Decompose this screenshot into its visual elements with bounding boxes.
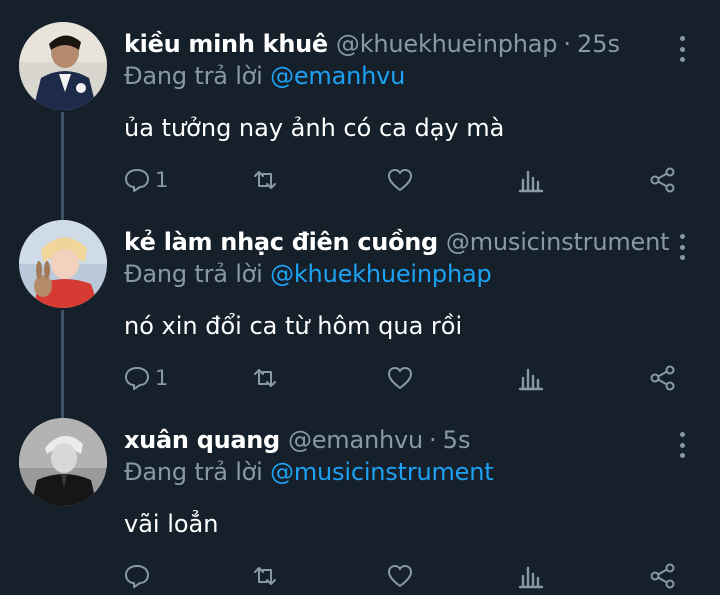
- avatar[interactable]: [19, 22, 107, 110]
- share-icon: [650, 167, 675, 193]
- analytics-icon: [518, 566, 544, 589]
- share-button[interactable]: [649, 361, 677, 395]
- action-bar: 1: [0, 163, 720, 197]
- analytics-button[interactable]: [517, 559, 545, 593]
- retweet-icon: [254, 567, 276, 585]
- retweet-button[interactable]: [251, 559, 279, 593]
- more-icon[interactable]: [676, 234, 688, 260]
- tweet[interactable]: kiều minh khuê @khuekhueinphap · 25s Đan…: [0, 22, 720, 202]
- tweet-text: ủa tưởng nay ảnh có ca dạy mà: [124, 114, 505, 142]
- like-icon: [388, 565, 412, 587]
- username[interactable]: @emanhvu: [288, 426, 423, 454]
- username[interactable]: @khuekhueinphap: [336, 30, 558, 58]
- like-button[interactable]: [386, 361, 414, 395]
- avatar[interactable]: [19, 220, 107, 308]
- like-button[interactable]: [386, 559, 414, 593]
- share-icon: [650, 365, 675, 391]
- replying-prefix: Đang trả lời: [124, 260, 263, 288]
- reply-count: 1: [155, 366, 169, 390]
- analytics-button[interactable]: [517, 163, 545, 197]
- tweet-header: kiều minh khuê @khuekhueinphap · 25s: [124, 30, 669, 60]
- reply-button[interactable]: 1: [123, 361, 168, 395]
- more-icon[interactable]: [676, 432, 688, 458]
- more-icon[interactable]: [676, 36, 688, 62]
- reply-count: 1: [155, 168, 169, 192]
- analytics-icon: [518, 170, 544, 193]
- action-bar: 1: [0, 361, 720, 395]
- replying-to: Đang trả lời @khuekhueinphap: [124, 260, 492, 288]
- retweet-button[interactable]: [251, 163, 279, 197]
- replying-prefix: Đang trả lời: [124, 62, 263, 90]
- analytics-icon: [518, 368, 544, 391]
- tweet[interactable]: xuân quang @emanhvu · 5s Đang trả lời @m…: [0, 418, 720, 595]
- retweet-button[interactable]: [251, 361, 279, 395]
- timestamp[interactable]: 25s: [577, 30, 620, 58]
- retweet-icon: [254, 369, 276, 387]
- action-bar: [0, 559, 720, 593]
- tweet-header: xuân quang @emanhvu · 5s: [124, 426, 669, 456]
- mention-link[interactable]: @emanhvu: [270, 62, 405, 90]
- reply-icon: [125, 169, 149, 192]
- retweet-icon: [254, 171, 276, 189]
- tweet-header: kẻ làm nhạc điên cuồng @musicinstrument …: [124, 228, 669, 258]
- reply-button[interactable]: [123, 559, 155, 593]
- tweet[interactable]: kẻ làm nhạc điên cuồng @musicinstrument …: [0, 220, 720, 400]
- share-button[interactable]: [649, 163, 677, 197]
- mention-link[interactable]: @khuekhueinphap: [270, 260, 492, 288]
- analytics-button[interactable]: [517, 361, 545, 395]
- like-icon: [388, 169, 412, 191]
- like-button[interactable]: [386, 163, 414, 197]
- mention-link[interactable]: @musicinstrument: [270, 458, 494, 486]
- tweet-text: vãi loẳn: [124, 510, 219, 538]
- separator: ·: [429, 426, 437, 454]
- replying-prefix: Đang trả lời: [124, 458, 263, 486]
- timestamp[interactable]: 5s: [443, 426, 471, 454]
- display-name[interactable]: kiều minh khuê: [124, 30, 328, 58]
- display-name[interactable]: xuân quang: [124, 426, 280, 454]
- username[interactable]: @musicinstrument: [446, 228, 669, 256]
- avatar[interactable]: [19, 418, 107, 506]
- like-icon: [388, 367, 412, 389]
- share-button[interactable]: [649, 559, 677, 593]
- reply-button[interactable]: 1: [123, 163, 168, 197]
- separator: ·: [563, 30, 571, 58]
- tweet-text: nó xin đổi ca từ hôm qua rồi: [124, 312, 463, 340]
- display-name[interactable]: kẻ làm nhạc điên cuồng: [124, 228, 438, 256]
- replying-to: Đang trả lời @musicinstrument: [124, 458, 494, 486]
- reply-icon: [125, 367, 149, 390]
- share-icon: [650, 563, 675, 589]
- reply-icon: [125, 565, 149, 588]
- replying-to: Đang trả lời @emanhvu: [124, 62, 405, 90]
